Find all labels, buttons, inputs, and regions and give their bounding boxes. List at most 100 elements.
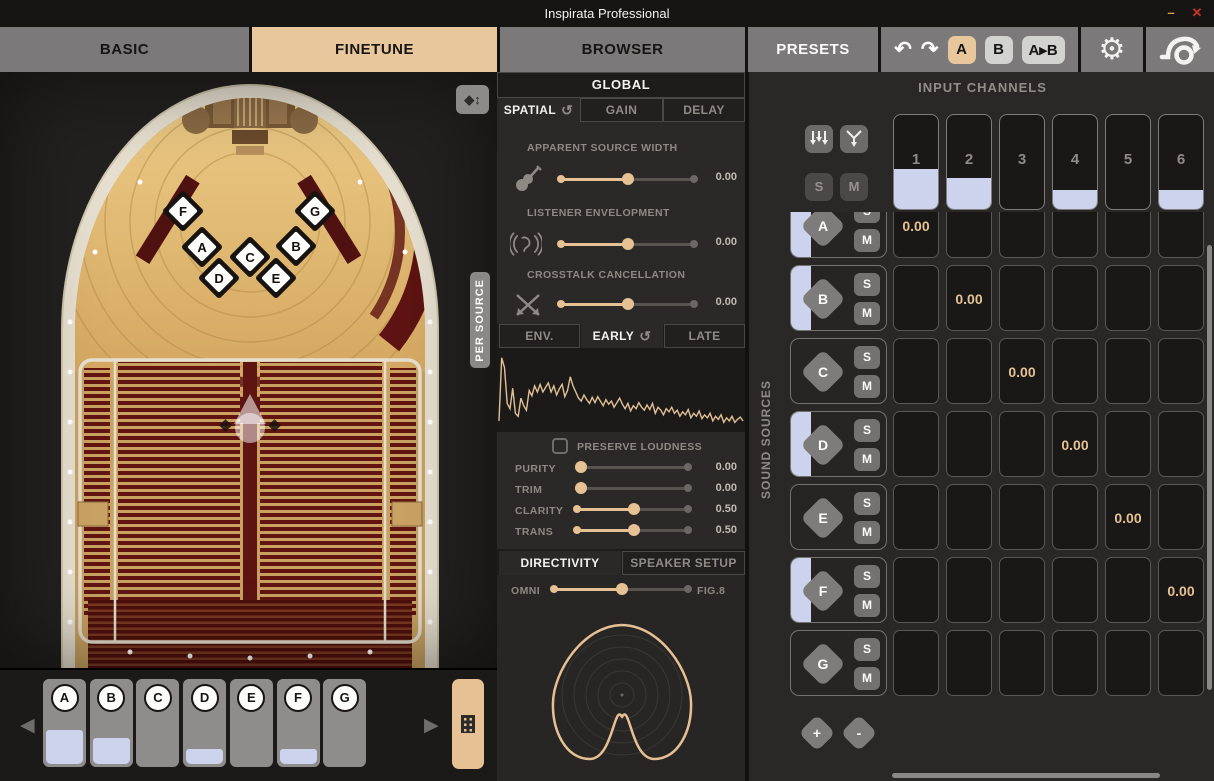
horizontal-scrollbar[interactable] <box>892 773 1160 778</box>
source-row-F[interactable]: FSM <box>790 557 887 623</box>
redo-icon[interactable]: ↷ <box>921 36 939 64</box>
source-tile-E[interactable]: E <box>229 679 273 767</box>
lev-knob[interactable] <box>621 238 634 250</box>
matrix-cell-C5[interactable] <box>1105 338 1151 404</box>
source-row-G[interactable]: GSM <box>790 630 887 696</box>
settings-button[interactable]: ⚙ <box>1081 27 1143 72</box>
close-button[interactable]: ✕ <box>1184 0 1210 26</box>
matrix-cell-E4[interactable] <box>1052 484 1098 550</box>
distribute-button[interactable] <box>805 125 833 153</box>
clarity-knob[interactable] <box>627 503 640 515</box>
preset-b-button[interactable]: B <box>984 35 1013 64</box>
matrix-cell-E5[interactable]: 0.00 <box>1105 484 1151 550</box>
solo-button-C[interactable]: S <box>854 346 880 369</box>
source-elevation-button[interactable]: ◆↕ <box>456 85 489 114</box>
undo-icon[interactable]: ↶ <box>894 36 912 64</box>
solo-button-D[interactable]: S <box>854 419 880 442</box>
input-channel-meter-6[interactable]: 6 <box>1158 114 1204 210</box>
matrix-cell-E6[interactable] <box>1158 484 1204 550</box>
source-diamond-G[interactable]: G <box>800 641 846 687</box>
mute-button-F[interactable]: M <box>854 594 880 617</box>
source-row-B[interactable]: BSM <box>790 265 887 331</box>
matrix-cell-G4[interactable] <box>1052 630 1098 696</box>
reset-icon[interactable]: ↺ <box>639 328 651 345</box>
matrix-cell-C6[interactable] <box>1158 338 1204 404</box>
source-diamond-E[interactable]: E <box>800 495 846 541</box>
source-row-A[interactable]: ASM <box>790 212 887 258</box>
matrix-cell-E1[interactable] <box>893 484 939 550</box>
source-tile-B[interactable]: B <box>89 679 133 767</box>
source-diamond-D[interactable]: D <box>800 422 846 468</box>
purity-slider[interactable] <box>574 461 692 473</box>
solo-button-B[interactable]: S <box>854 273 880 296</box>
vertical-scrollbar[interactable] <box>1207 245 1212 690</box>
trans-knob[interactable] <box>627 524 640 536</box>
source-tile-G[interactable]: G <box>323 679 367 767</box>
add-source-button[interactable]: + <box>798 714 836 752</box>
directivity-knob[interactable] <box>616 583 629 595</box>
matrix-cell-C4[interactable] <box>1052 338 1098 404</box>
tab-browser[interactable]: BROWSER <box>500 27 745 72</box>
tab-late[interactable]: LATE <box>664 324 745 348</box>
merge-button[interactable] <box>840 125 868 153</box>
mute-button-D[interactable]: M <box>854 448 880 471</box>
source-row-C[interactable]: CSM <box>790 338 887 404</box>
source-diamond-B[interactable]: B <box>800 276 846 322</box>
bypass-button[interactable] <box>1146 27 1214 72</box>
mute-button-G[interactable]: M <box>854 667 880 690</box>
matrix-cell-C1[interactable] <box>893 338 939 404</box>
matrix-cell-D4[interactable]: 0.00 <box>1052 411 1098 477</box>
tab-directivity[interactable]: DIRECTIVITY <box>499 551 621 575</box>
crosstalk-slider[interactable] <box>557 298 698 310</box>
source-diamond-F[interactable]: F <box>800 568 846 614</box>
matrix-cell-A4[interactable] <box>1052 212 1098 258</box>
matrix-cell-E2[interactable] <box>946 484 992 550</box>
matrix-cell-F1[interactable] <box>893 557 939 623</box>
remove-source-button[interactable]: - <box>840 714 878 752</box>
purity-knob[interactable] <box>574 461 587 473</box>
global-solo-button[interactable]: S <box>805 173 833 201</box>
matrix-cell-B1[interactable] <box>893 265 939 331</box>
tab-presets[interactable]: PRESETS <box>748 27 878 72</box>
matrix-cell-F5[interactable] <box>1105 557 1151 623</box>
matrix-cell-B3[interactable] <box>999 265 1045 331</box>
source-diamond-C[interactable]: C <box>800 349 846 395</box>
asw-knob[interactable] <box>621 173 634 185</box>
matrix-cell-F4[interactable] <box>1052 557 1098 623</box>
tab-spatial[interactable]: SPATIAL ↺ <box>497 98 580 122</box>
matrix-cell-G5[interactable] <box>1105 630 1151 696</box>
matrix-cell-G1[interactable] <box>893 630 939 696</box>
mute-button-C[interactable]: M <box>854 375 880 398</box>
strip-scroll-right-icon[interactable]: ▶ <box>424 714 439 737</box>
tab-finetune[interactable]: FINETUNE <box>252 27 497 72</box>
matrix-cell-G3[interactable] <box>999 630 1045 696</box>
input-channel-meter-1[interactable]: 1 <box>893 114 939 210</box>
matrix-cell-E3[interactable] <box>999 484 1045 550</box>
matrix-cell-A1[interactable]: 0.00 <box>893 212 939 258</box>
matrix-cell-F3[interactable] <box>999 557 1045 623</box>
source-tile-A[interactable]: A <box>43 679 86 767</box>
copy-a-to-b-button[interactable]: A▸B <box>1021 35 1065 64</box>
matrix-cell-G6[interactable] <box>1158 630 1204 696</box>
solo-button-F[interactable]: S <box>854 565 880 588</box>
crosstalk-knob[interactable] <box>621 298 634 310</box>
minimize-button[interactable]: – <box>1158 0 1184 26</box>
matrix-cell-A6[interactable] <box>1158 212 1204 258</box>
lev-slider[interactable] <box>557 238 698 250</box>
trim-knob[interactable] <box>574 482 587 494</box>
strip-scroll-left-icon[interactable]: ◀ <box>20 714 35 737</box>
tab-early[interactable]: EARLY ↺ <box>581 324 663 348</box>
matrix-cell-F2[interactable] <box>946 557 992 623</box>
reset-icon[interactable]: ↺ <box>561 102 573 119</box>
preset-a-button[interactable]: A <box>947 35 976 64</box>
matrix-cell-G2[interactable] <box>946 630 992 696</box>
preserve-loudness-checkbox[interactable] <box>552 438 568 454</box>
matrix-cell-C3[interactable]: 0.00 <box>999 338 1045 404</box>
matrix-cell-B6[interactable] <box>1158 265 1204 331</box>
input-channel-meter-3[interactable]: 3 <box>999 114 1045 210</box>
tab-gain[interactable]: GAIN <box>580 98 663 122</box>
source-tile-F[interactable]: F <box>276 679 320 767</box>
trans-slider[interactable] <box>573 524 692 536</box>
matrix-cell-C2[interactable] <box>946 338 992 404</box>
matrix-cell-D5[interactable] <box>1105 411 1151 477</box>
